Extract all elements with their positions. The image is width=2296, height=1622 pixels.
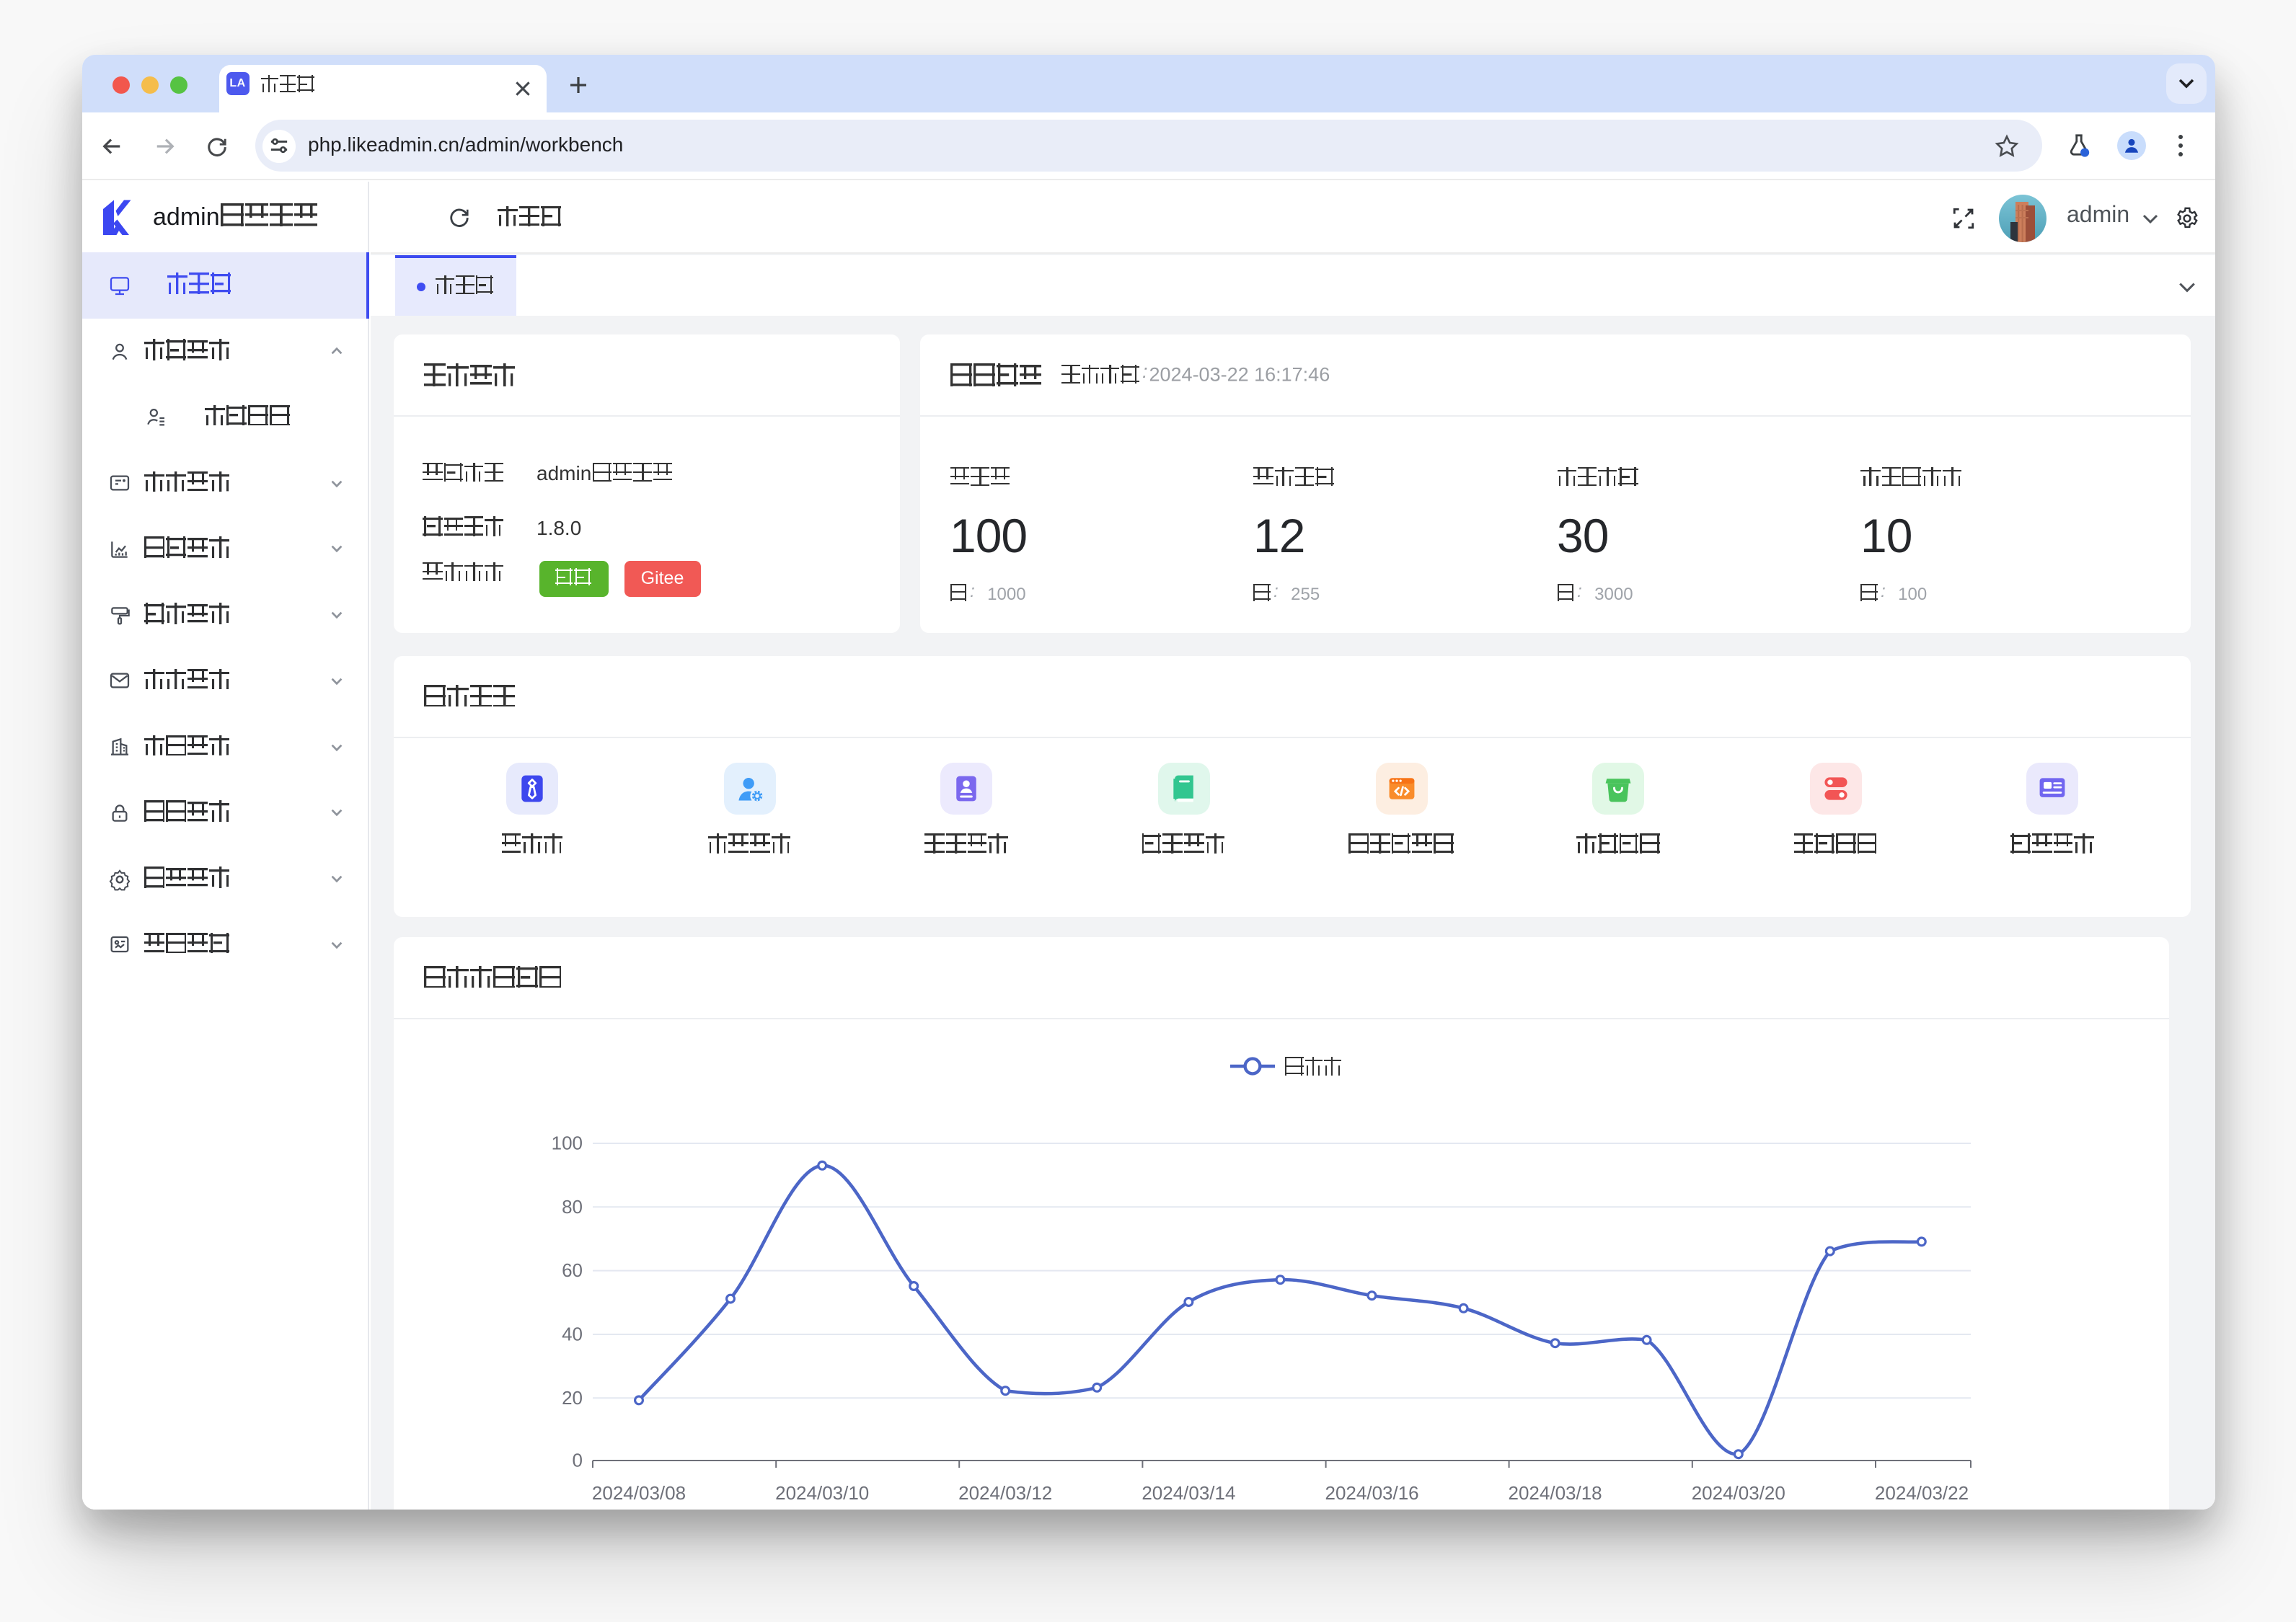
svg-text:20: 20: [562, 1387, 583, 1409]
svg-text:2024/03/10: 2024/03/10: [775, 1482, 869, 1504]
svg-text:2024/03/12: 2024/03/12: [958, 1482, 1052, 1504]
svg-text:2024/03/22: 2024/03/22: [1875, 1482, 1969, 1504]
svg-text:0: 0: [573, 1450, 583, 1471]
svg-text:2024/03/08: 2024/03/08: [592, 1482, 686, 1504]
svg-text:40: 40: [562, 1324, 583, 1345]
svg-text:2024/03/20: 2024/03/20: [1692, 1482, 1785, 1504]
svg-text:2024/03/14: 2024/03/14: [1142, 1482, 1235, 1504]
svg-text:100: 100: [552, 1133, 583, 1154]
svg-text:80: 80: [562, 1196, 583, 1218]
svg-text:2024/03/18: 2024/03/18: [1509, 1482, 1602, 1504]
svg-text:60: 60: [562, 1259, 583, 1281]
svg-text:2024/03/16: 2024/03/16: [1325, 1482, 1419, 1504]
